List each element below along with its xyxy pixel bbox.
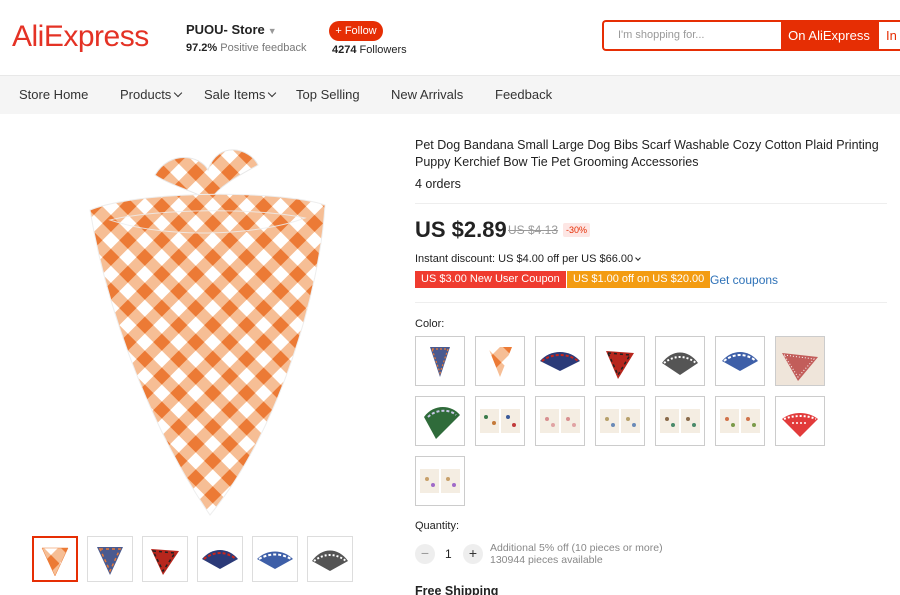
bandana-icon	[782, 413, 818, 437]
instant-discount-text: Instant discount: US $4.00 off per US $6…	[415, 253, 634, 265]
color-swatch[interactable]	[415, 336, 465, 386]
divider	[415, 203, 887, 204]
nav-label: Sale Items	[204, 87, 266, 102]
followers-number: 4274	[332, 44, 357, 56]
chevron-down-icon: ▼	[267, 26, 277, 36]
search-aliexpress-button[interactable]: On AliExpress	[781, 20, 877, 51]
color-swatch[interactable]	[595, 396, 645, 446]
color-swatch[interactable]	[535, 396, 585, 446]
store-header: AliExpress PUOU- Store ▼ 97.2% Positive f…	[0, 0, 900, 76]
nav-label: Store Home	[19, 87, 89, 102]
nav-products[interactable]: Products	[120, 87, 183, 102]
follow-button[interactable]: + Follow	[329, 21, 383, 41]
bandana-icon	[720, 409, 760, 433]
nav-label: New Arrivals	[391, 87, 464, 102]
color-swatch[interactable]	[415, 456, 465, 506]
nav-new-arrivals[interactable]: New Arrivals	[391, 87, 463, 102]
color-swatch[interactable]	[415, 396, 465, 446]
bandana-icon	[480, 409, 520, 433]
search-input[interactable]: I'm shopping for...	[602, 20, 782, 51]
bandana-icon	[660, 409, 700, 433]
bandana-icon	[776, 337, 824, 385]
quantity-info: Additional 5% off (10 pieces or more) 13…	[490, 542, 663, 566]
nav-store-home[interactable]: Store Home	[19, 87, 88, 102]
thumbnail-blue-plaid[interactable]	[252, 536, 298, 582]
bandana-icon	[488, 347, 512, 377]
stock-available: 130944 pieces available	[490, 554, 603, 566]
thumbnail-red-navy-plaid[interactable]	[197, 536, 243, 582]
quantity-increase-button[interactable]: +	[463, 544, 483, 564]
bandana-icon	[202, 550, 238, 569]
product-main-image[interactable]	[60, 130, 360, 530]
thumbnail-red-plaid[interactable]	[142, 536, 188, 582]
bandana-icon	[97, 547, 123, 575]
color-swatch[interactable]	[535, 336, 585, 386]
store-name[interactable]: PUOU- Store ▼	[186, 22, 277, 37]
bandana-icon	[540, 352, 580, 371]
chevron-down-icon	[268, 88, 277, 98]
instant-discount[interactable]: Instant discount: US $4.00 off per US $6…	[415, 253, 641, 265]
store-feedback: 97.2% Positive feedback	[186, 42, 306, 54]
nav-label: Top Selling	[296, 87, 360, 102]
color-swatch[interactable]	[715, 396, 765, 446]
quantity-label: Quantity:	[415, 520, 460, 532]
bandana-icon	[662, 352, 698, 375]
bandana-icon	[540, 409, 580, 433]
product-title: Pet Dog Bandana Small Large Dog Bibs Sca…	[415, 138, 879, 169]
bandana-icon	[257, 551, 293, 569]
color-label: Color:	[415, 318, 445, 330]
bulk-discount-note: Additional 5% off (10 pieces or more)	[490, 542, 663, 554]
store-name-text: PUOU- Store	[186, 22, 265, 37]
nav-label: Feedback	[495, 87, 553, 102]
bandana-icon	[606, 351, 634, 379]
color-swatch[interactable]	[775, 336, 825, 386]
positive-feedback-label: Positive feedback	[220, 42, 307, 54]
get-coupons-link[interactable]: Get coupons	[710, 273, 778, 287]
followers-count: 4274 Followers	[332, 44, 407, 56]
bandana-icon	[722, 352, 758, 371]
bandana-icon	[424, 407, 460, 439]
quantity-decrease-button[interactable]: −	[415, 544, 435, 564]
thumbnail-navy-plaid[interactable]	[87, 536, 133, 582]
discount-badge: -30%	[563, 223, 591, 237]
nav-label: Products	[120, 87, 172, 102]
thumbnail-black-plaid[interactable]	[307, 536, 353, 582]
nav-sale-items[interactable]: Sale Items	[204, 87, 277, 102]
color-swatch[interactable]	[475, 336, 525, 386]
order-count: 4 orders	[415, 177, 461, 191]
chevron-down-icon	[635, 255, 641, 261]
aliexpress-logo[interactable]: AliExpress	[12, 20, 149, 54]
color-swatch[interactable]	[475, 396, 525, 446]
search-store-button[interactable]: In	[877, 20, 900, 51]
chevron-down-icon	[174, 88, 183, 98]
bandana-icon	[420, 469, 460, 493]
shipping-info: Free Shipping	[415, 584, 499, 595]
bandana-icon	[430, 347, 450, 377]
store-nav: Store Home Products Sale Items Top Selli…	[0, 76, 900, 114]
quantity-value[interactable]: 1	[445, 547, 452, 561]
divider	[415, 302, 887, 303]
nav-feedback[interactable]: Feedback	[495, 87, 552, 102]
current-price: US $2.89	[415, 217, 507, 242]
color-swatch[interactable]	[655, 396, 705, 446]
color-swatch[interactable]	[595, 336, 645, 386]
bandana-icon	[600, 409, 640, 433]
positive-feedback-pct: 97.2%	[186, 42, 218, 54]
color-swatch[interactable]	[715, 336, 765, 386]
original-price: US $4.13	[508, 223, 559, 237]
new-user-coupon[interactable]: US $3.00 New User Coupon	[415, 271, 566, 288]
store-coupon[interactable]: US $1.00 off on US $20.00	[567, 271, 711, 288]
followers-label: Followers	[359, 44, 407, 56]
bandana-icon	[151, 549, 179, 575]
nav-top-selling[interactable]: Top Selling	[296, 87, 360, 102]
color-swatch[interactable]	[655, 336, 705, 386]
color-swatch[interactable]	[775, 396, 825, 446]
bandana-icon	[41, 547, 69, 577]
bandana-icon	[312, 550, 348, 571]
thumbnail-orange-plaid[interactable]	[32, 536, 78, 582]
